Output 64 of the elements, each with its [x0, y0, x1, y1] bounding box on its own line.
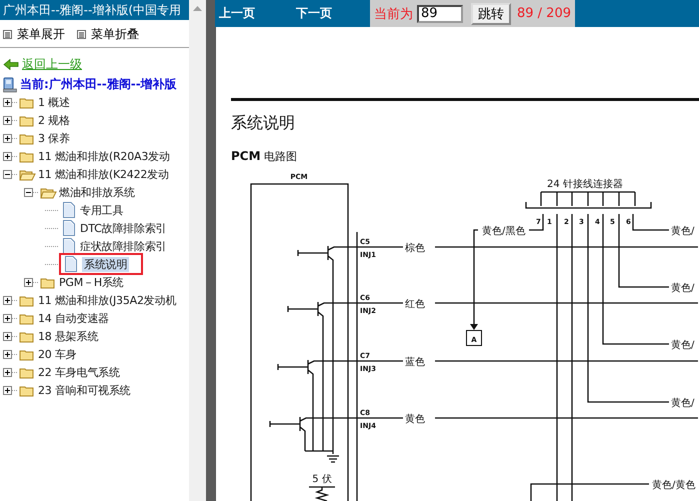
menu-action[interactable]: 菜单展开 — [3, 25, 65, 43]
tree-item[interactable]: 3 保养 — [17, 129, 74, 147]
current-path: 当前:广州本田--雅阁--增补版 — [20, 76, 177, 93]
expand-icon[interactable] — [3, 296, 17, 304]
next-page-link[interactable]: 下一页 — [296, 0, 332, 27]
tree-item[interactable]: 11 燃油和排放(R20A3发动 — [17, 147, 174, 165]
expand-icon[interactable] — [3, 152, 17, 160]
tree-item[interactable]: DTC故障排除索引 — [59, 219, 170, 237]
tree-item[interactable]: 20 车身 — [17, 345, 80, 363]
menu-action[interactable]: 菜单折叠 — [77, 25, 139, 43]
tree-item[interactable]: 23 音响和可视系统 — [17, 381, 134, 399]
scrollbar[interactable] — [189, 0, 206, 501]
tree-item[interactable]: PGM－H系统 — [38, 273, 128, 291]
panel-title: 广州本田--雅阁--增补版(中国专用 — [0, 0, 189, 20]
wire-color-label: 蓝色 — [405, 357, 425, 368]
tree-item[interactable]: 11 燃油和排放(J35A2发动机 — [17, 291, 180, 309]
list-icon — [77, 30, 86, 38]
wire-color-label: 棕色 — [405, 243, 425, 254]
left-arrow-icon — [3, 59, 19, 70]
go-button[interactable]: 跳转 — [471, 2, 511, 24]
expand-icon[interactable] — [3, 368, 17, 376]
list-icon — [3, 30, 12, 38]
wire-color-label: 黄色/黑色 — [482, 226, 526, 237]
expand-icon[interactable] — [3, 98, 17, 106]
page-input[interactable]: 89 — [417, 4, 463, 22]
expand-icon[interactable] — [3, 116, 17, 124]
tree-item[interactable]: 18 悬架系统 — [17, 327, 102, 345]
expand-icon[interactable] — [24, 278, 38, 286]
tree-item[interactable]: 11 燃油和排放(K2422发动 — [17, 165, 173, 183]
computer-icon — [3, 76, 17, 92]
back-link[interactable]: 返回上一级 — [3, 56, 82, 73]
page-count: 89 / 209 — [517, 6, 571, 21]
page-label: 当前为 — [374, 6, 413, 22]
wire-color-label: 黄色/ — [671, 340, 694, 351]
expand-icon[interactable] — [3, 386, 17, 394]
wire-color-label: 红色 — [405, 299, 425, 310]
document-icon — [61, 202, 78, 218]
tree-item[interactable]: 14 自动变速器 — [17, 309, 113, 327]
tree-item[interactable]: 症状故障排除索引 — [59, 237, 170, 255]
document-icon — [63, 256, 80, 272]
expand-icon[interactable] — [3, 332, 17, 340]
voltage-label: 5 伏 — [312, 474, 332, 485]
wire-color-label: 黄色/ — [671, 226, 694, 237]
expand-icon[interactable] — [3, 134, 17, 142]
tree-item[interactable]: 专用工具 — [59, 201, 128, 219]
tree-item[interactable]: 2 规格 — [17, 111, 74, 129]
document-icon — [61, 220, 78, 236]
document-heading: 系统说明 — [231, 113, 295, 133]
tree-item[interactable]: 燃油和排放系统 — [38, 183, 139, 201]
connector-label: 24 针接线连接器 — [547, 179, 623, 190]
wire-color-label: 黄色/ — [671, 398, 694, 409]
tree-item[interactable]: 系统说明 — [59, 253, 144, 275]
tree-item[interactable]: 22 车身电气系统 — [17, 363, 124, 381]
wire-color-label: 黄色/ — [671, 283, 694, 294]
document-icon — [61, 238, 78, 254]
tree-item[interactable]: 1 概述 — [17, 93, 74, 111]
expand-icon[interactable] — [3, 314, 17, 322]
collapse-icon[interactable] — [24, 188, 38, 196]
expand-icon[interactable] — [3, 350, 17, 358]
diagram-caption: PCM 电路图 — [231, 149, 298, 164]
previous-page-link[interactable]: 上一页 — [219, 0, 255, 27]
collapse-icon[interactable] — [3, 170, 17, 178]
wire-color-label: 黄色 — [405, 414, 425, 425]
wire-color-label: 黄色/黄色 — [652, 480, 696, 491]
